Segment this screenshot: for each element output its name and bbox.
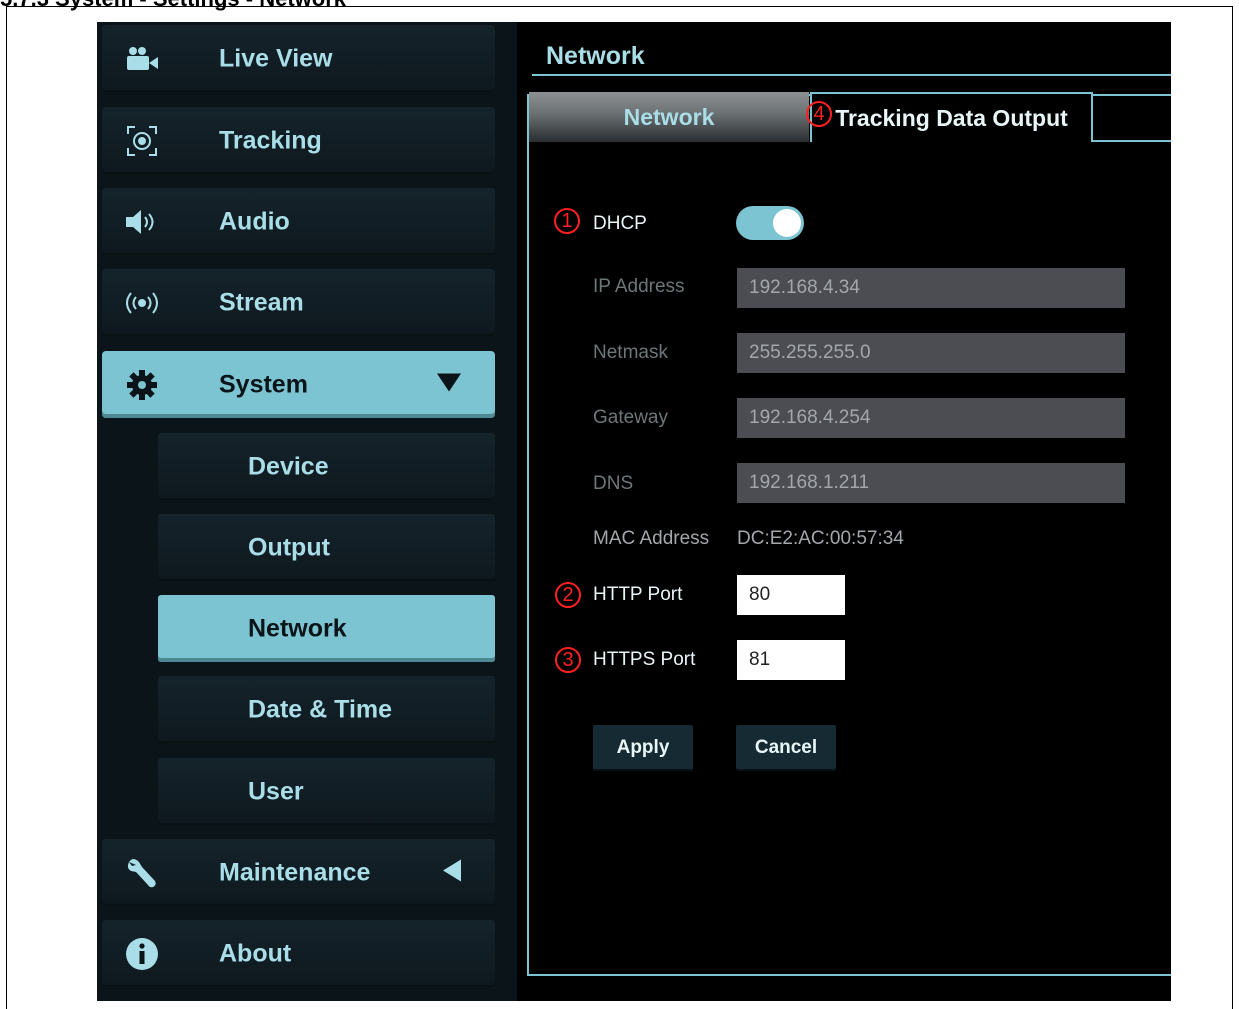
sidebar-item-stream[interactable]: Stream	[102, 269, 495, 336]
tab-tracking-data-output[interactable]: Tracking Data Output	[810, 92, 1093, 142]
callout-marker-4: 4	[806, 101, 832, 127]
sidebar-item-label: Live View	[219, 44, 333, 72]
callout-marker-3: 3	[555, 647, 581, 673]
netmask-label: Netmask	[593, 342, 668, 363]
wrench-icon	[124, 855, 160, 891]
gear-icon	[124, 367, 160, 403]
sidebar-sub-item-device[interactable]: Device	[158, 433, 495, 500]
toggle-knob	[773, 209, 801, 237]
sidebar-item-label: System	[219, 370, 308, 398]
sidebar-sub-item-user[interactable]: User	[158, 758, 495, 825]
sidebar-item-live-view[interactable]: Live View	[102, 25, 495, 92]
sidebar-sub-item-label: Device	[248, 452, 329, 480]
tracking-icon	[124, 123, 160, 159]
ip-address-field: 192.168.4.34	[737, 268, 1125, 308]
https-port-input[interactable]: 81	[737, 640, 845, 680]
dns-field: 192.168.1.211	[737, 463, 1125, 503]
gateway-label: Gateway	[593, 407, 668, 428]
dhcp-toggle[interactable]	[736, 206, 804, 240]
callout-marker-1: 1	[554, 208, 580, 234]
ip-address-label: IP Address	[593, 276, 685, 297]
tab-underline	[1093, 140, 1171, 142]
sidebar-item-maintenance[interactable]: Maintenance	[102, 839, 495, 906]
mac-address-value: DC:E2:AC:00:57:34	[737, 528, 904, 549]
dns-label: DNS	[593, 473, 634, 494]
sidebar-sub-item-label: Date & Time	[248, 695, 393, 723]
sidebar-item-label: Stream	[219, 288, 304, 316]
sidebar-sub-item-label: User	[248, 777, 304, 805]
apply-button[interactable]: Apply	[593, 725, 693, 771]
app-window: Live View Tracking Audio Stream System D…	[97, 22, 1171, 1001]
sidebar-item-system[interactable]: System	[102, 351, 495, 418]
info-icon	[124, 936, 160, 972]
caret-down-icon	[437, 373, 461, 396]
sidebar-item-audio[interactable]: Audio	[102, 188, 495, 255]
title-divider	[532, 74, 1171, 76]
dhcp-label: DHCP	[593, 213, 647, 234]
sidebar-item-label: Maintenance	[219, 858, 371, 886]
sidebar-sub-item-label: Output	[248, 533, 330, 561]
http-port-input[interactable]: 80	[737, 575, 845, 615]
cancel-button[interactable]: Cancel	[736, 725, 836, 771]
tab-label: Network	[623, 103, 715, 130]
https-port-label: HTTPS Port	[593, 649, 696, 670]
sidebar-item-about[interactable]: About	[102, 920, 495, 987]
gateway-field: 192.168.4.254	[737, 398, 1125, 438]
mac-address-label: MAC Address	[593, 528, 710, 549]
sidebar: Live View Tracking Audio Stream System D…	[97, 22, 507, 1001]
sidebar-item-label: Audio	[219, 207, 290, 235]
sidebar-item-label: Tracking	[219, 126, 322, 154]
main-content: Network Network Tracking Data Output 4 1…	[517, 22, 1171, 1001]
camera-icon	[124, 41, 160, 77]
callout-marker-2: 2	[555, 582, 581, 608]
page-title: Network	[546, 42, 645, 70]
sidebar-sub-item-network[interactable]: Network	[158, 595, 495, 662]
speaker-icon	[124, 204, 160, 240]
sidebar-sub-item-label: Network	[248, 614, 347, 642]
sidebar-sub-item-date-time[interactable]: Date & Time	[158, 676, 495, 743]
tab-label: Tracking Data Output	[835, 104, 1068, 131]
sidebar-item-label: About	[219, 939, 292, 967]
caret-left-icon	[443, 859, 461, 886]
tab-network[interactable]: Network	[529, 92, 809, 142]
http-port-label: HTTP Port	[593, 584, 683, 605]
netmask-field: 255.255.255.0	[737, 333, 1125, 373]
sidebar-item-tracking[interactable]: Tracking	[102, 107, 495, 174]
sidebar-sub-item-output[interactable]: Output	[158, 514, 495, 581]
broadcast-icon	[124, 285, 160, 321]
